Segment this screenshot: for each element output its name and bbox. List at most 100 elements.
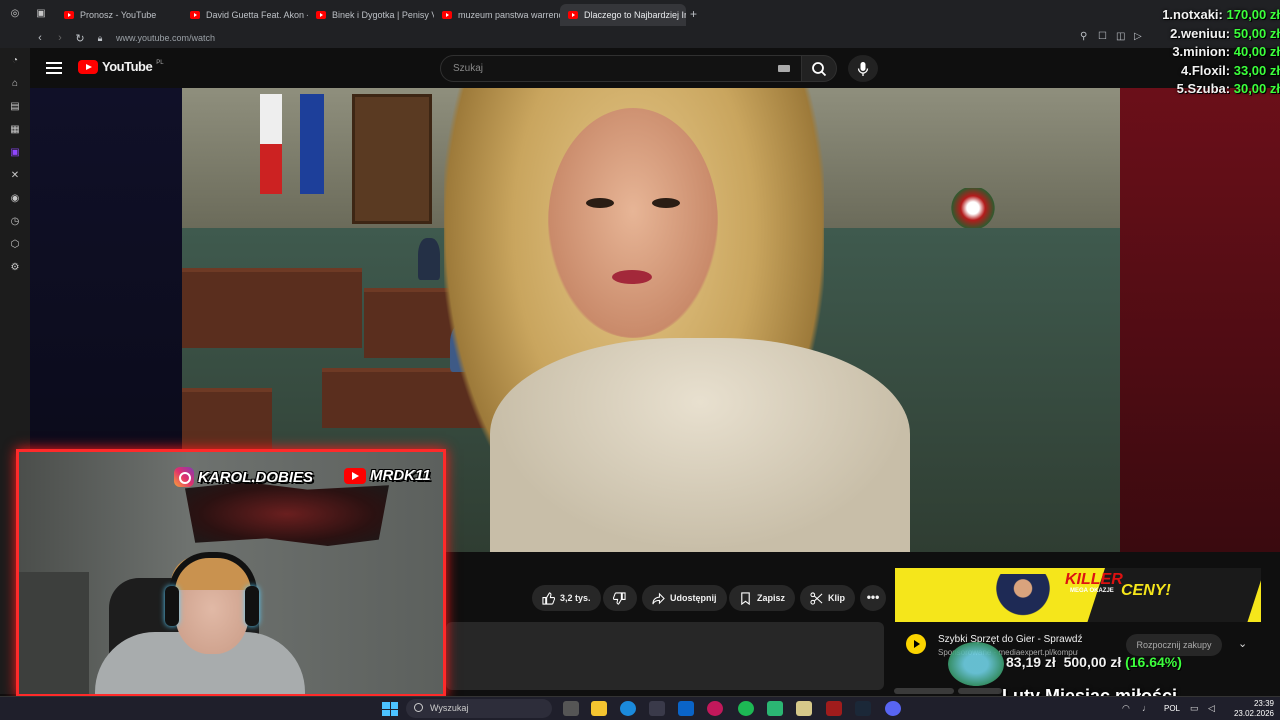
player-icon[interactable]: ◉ (8, 192, 22, 206)
tab-label: David Guetta Feat. Akon - (206, 10, 308, 20)
taskbar-clock[interactable]: 23:39 23.02.2026 (1228, 699, 1274, 719)
box-icon[interactable]: ⬡ (8, 238, 22, 252)
flowers (950, 188, 996, 228)
clip-button[interactable]: Klip (800, 585, 855, 611)
save-button[interactable]: Zapisz (729, 585, 796, 611)
discord-icon[interactable] (885, 701, 901, 716)
top-donations-list: 1.notxaki: 170,00 zł 2.weniuu: 50,00 zł … (1120, 6, 1280, 99)
app-icon[interactable] (767, 701, 783, 716)
windows-start-icon[interactable] (382, 702, 398, 716)
settings-icon[interactable]: ⚙ (8, 261, 22, 275)
bag-icon[interactable]: ⌂ (8, 77, 22, 91)
network-icon[interactable]: ▭ (1190, 703, 1199, 714)
search-button[interactable] (801, 55, 837, 82)
wall-art (185, 482, 389, 546)
like-count: 3,2 tys. (560, 593, 591, 603)
thumbs-down-icon (613, 591, 626, 605)
ad-banner-image[interactable]: KILLER MEGA OKAZJE CENY! (895, 568, 1261, 622)
ad-title[interactable]: Szybki Sprzęt do Gier - Sprawdź (938, 634, 1083, 645)
microphone-tray-icon[interactable]: ♩ (1142, 703, 1151, 713)
instagram-icon (174, 467, 194, 487)
share-label: Udostępnij (670, 593, 717, 603)
twitch-icon[interactable]: ▣ (8, 146, 22, 160)
share-button[interactable]: Udostępnij (642, 585, 727, 611)
ad-banner-mega: MEGA OKAZJE (1070, 588, 1114, 594)
taskbar-search[interactable]: Wyszukaj (406, 699, 552, 718)
tab-4-active[interactable]: Dlaczego to Najbardziej In (560, 4, 686, 26)
polish-flag (260, 94, 282, 194)
browser-tab-bar: ◎ ▣ Pronosz - YouTube David Guetta Feat.… (0, 0, 1280, 28)
youtube-wordmark: YouTube (102, 59, 153, 74)
scissors-icon (810, 591, 823, 605)
back-icon[interactable]: ‹ (32, 32, 48, 44)
video-letterbox-right (1120, 88, 1280, 552)
tab-grid-icon[interactable]: ▣ (34, 7, 48, 21)
tab-label: muzeum panstwa warrenc (458, 10, 560, 20)
wifi-icon[interactable]: ◠ (1122, 703, 1130, 714)
chevron-down-icon[interactable]: ⌄ (1238, 637, 1247, 650)
bookmark-icon[interactable]: ☐ (1098, 31, 1107, 42)
tab-1[interactable]: David Guetta Feat. Akon - (182, 4, 308, 26)
x-icon[interactable]: ✕ (8, 169, 22, 183)
tab-label: Dlaczego to Najbardziej In (584, 10, 686, 20)
keyboard-icon[interactable] (778, 65, 790, 72)
more-actions-button[interactable]: ••• (860, 585, 886, 611)
youtube-favicon-icon (64, 11, 74, 19)
url-field[interactable]: www.youtube.com/watch (116, 33, 215, 43)
chip[interactable] (894, 688, 954, 694)
steam-icon[interactable] (855, 701, 871, 716)
voice-search-button[interactable] (848, 55, 878, 82)
clip-label: Klip (828, 593, 845, 603)
save-label: Zapisz (757, 593, 786, 603)
volume-icon[interactable]: ◁ (1208, 703, 1215, 714)
thumbs-up-icon (542, 591, 555, 605)
workspace-icon[interactable]: ◎ (8, 7, 22, 21)
youtube-favicon-icon (568, 11, 578, 19)
edge-icon[interactable] (620, 701, 636, 716)
tab-label: Pronosz - YouTube (80, 10, 157, 20)
file-explorer-icon[interactable] (591, 701, 607, 716)
clock-icon[interactable]: ◷ (8, 215, 22, 229)
game-icon[interactable]: ▤ (8, 100, 22, 114)
door (352, 94, 432, 224)
donation-row: 4.Floxil: 33,00 zł (1180, 62, 1280, 78)
chip[interactable] (958, 688, 1002, 694)
search-input[interactable]: Szukaj (440, 55, 802, 82)
description-box[interactable] (446, 622, 884, 690)
ad-banner-ceny: CENY! (1121, 582, 1171, 599)
like-button[interactable]: 3,2 tys. (532, 585, 601, 611)
ad-play-icon (906, 634, 926, 654)
tab-2[interactable]: Binek i Dygotka | Penisy V (308, 4, 434, 26)
donation-row: 1.notxaki: 170,00 zł (1162, 7, 1280, 22)
mail-icon[interactable]: ▦ (8, 123, 22, 137)
history-icon[interactable]: ◔ (8, 54, 22, 68)
mail-app-icon[interactable] (678, 701, 694, 716)
store-icon[interactable] (649, 701, 665, 716)
tip-goal: 83,19 zł 500,00 zł (16.64%) (1006, 654, 1182, 670)
youtube-logo[interactable]: YouTube PL (78, 59, 164, 74)
reload-icon[interactable]: ↻ (72, 32, 88, 45)
tab-3[interactable]: muzeum panstwa warrenc (434, 4, 560, 26)
mic-icon (857, 61, 869, 76)
opera-gx-icon[interactable] (707, 701, 723, 716)
tab-label: Binek i Dygotka | Penisy V (332, 10, 434, 20)
new-tab-button[interactable]: + (690, 7, 697, 21)
language-indicator[interactable]: POL (1164, 704, 1180, 713)
dislike-button[interactable] (603, 585, 637, 611)
tab-0[interactable]: Pronosz - YouTube (56, 4, 182, 26)
notepad-icon[interactable] (796, 701, 812, 716)
share-icon (652, 592, 665, 604)
lock-icon: 🔒︎ (97, 32, 103, 43)
donation-row: 2.weniuu: 50,00 zł (1170, 25, 1280, 41)
shield-icon[interactable] (826, 701, 842, 716)
pin-icon[interactable]: ⚲ (1080, 31, 1087, 42)
woman-torso (490, 338, 910, 552)
tip-goal-graphic (948, 642, 1004, 686)
donation-row: 5.Szuba: 30,00 zł (1176, 81, 1280, 96)
task-view-icon[interactable] (563, 701, 579, 716)
donation-row: 3.minion: 40,00 zł (1172, 44, 1280, 59)
menu-icon[interactable] (46, 60, 62, 74)
ad-cta-button[interactable]: Rozpocznij zakupy (1126, 634, 1222, 656)
spotify-icon[interactable] (738, 701, 754, 716)
forward-icon[interactable]: › (52, 32, 68, 44)
